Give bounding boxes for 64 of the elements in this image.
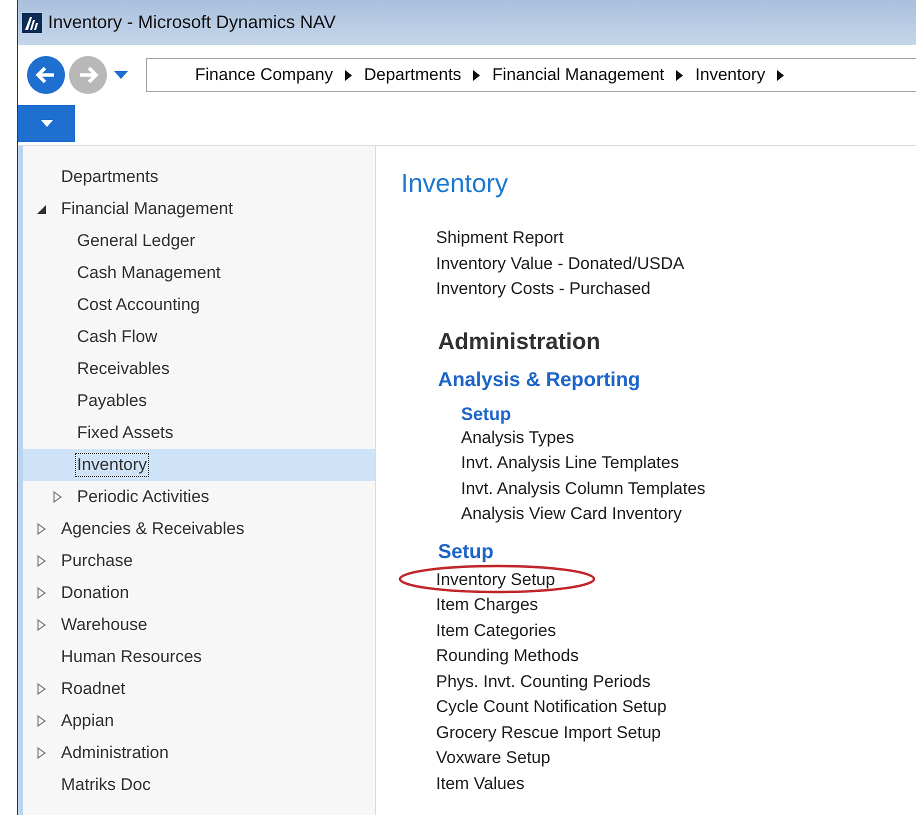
action-link[interactable]: Item Values [436,774,525,792]
group-heading: Analysis & Reporting [437,368,642,392]
action-link[interactable]: Rounding Methods [436,646,579,665]
page-title: Inventory [401,168,509,199]
group-heading: Setup [461,404,512,424]
expand-icon[interactable] [37,555,46,567]
tree-item[interactable]: Donation [23,577,375,609]
tree-item[interactable]: General Ledger [23,225,375,257]
tree-item[interactable]: Inventory [23,449,375,481]
tree-item[interactable]: Cash Management [23,257,375,289]
action-link[interactable]: Cycle Count Notification Setup [436,697,667,716]
ribbon-toggle-button[interactable] [18,105,75,142]
tree-item[interactable]: Cost Accounting [23,289,375,321]
app-logo-icon [22,12,42,32]
expand-icon[interactable] [37,747,46,759]
tree-item[interactable]: Administration [23,737,375,769]
tree-item[interactable]: Warehouse [23,609,375,641]
expand-icon[interactable] [37,715,46,727]
tree-item[interactable]: Agencies & Receivables [23,513,375,545]
tree-item[interactable]: Roadnet [23,673,375,705]
address-bar[interactable]: Finance Company Departments Financial Management Inventory [146,58,916,92]
tree-item[interactable]: Matriks Doc [23,769,375,801]
caret-icon [40,120,52,127]
collapse-icon[interactable] [37,204,46,214]
expand-icon[interactable] [53,491,62,503]
expand-icon[interactable] [37,683,46,695]
action-link[interactable]: Voxware Setup [436,748,550,767]
chevron-right-icon[interactable] [344,70,352,80]
action-link[interactable]: Invt. Analysis Column Templates [461,476,916,501]
breadcrumb-item[interactable]: Financial Management [492,65,664,85]
action-link[interactable]: Invt. Analysis Line Templates [461,450,916,476]
action-link[interactable]: Item Charges [436,595,538,614]
expand-icon[interactable] [37,523,46,535]
breadcrumb-item[interactable]: Finance Company [195,65,333,85]
tree-item[interactable]: Human Resources [23,641,375,673]
chevron-right-icon[interactable] [473,70,480,80]
action-link[interactable]: Grocery Rescue Import Setup [436,722,661,742]
tree-item[interactable]: Receivables [23,353,375,385]
section-heading: Administration [437,328,602,354]
group-heading: Setup [437,540,495,564]
action-link[interactable]: Phys. Invt. Counting Periods [436,672,651,690]
breadcrumb-item[interactable]: Departments [364,65,462,85]
action-link[interactable]: Analysis Types [461,424,916,450]
back-button[interactable] [26,55,66,95]
tree-item[interactable]: Periodic Activities [23,481,375,513]
tree-item[interactable]: Purchase [23,545,375,577]
tree-item[interactable]: Appian [23,705,375,737]
action-link[interactable]: Inventory Costs - Purchased [436,276,916,302]
breadcrumb-item[interactable]: Inventory [695,65,766,85]
action-link[interactable]: Item Categories [436,620,556,640]
window-title: Inventory - Microsoft Dynamics NAV [48,12,336,33]
tree-item[interactable]: Cash Flow [23,321,375,353]
action-link[interactable]: Shipment Report [436,225,916,250]
action-link[interactable]: Inventory Value - Donated/USDA [436,250,916,276]
expand-icon[interactable] [37,587,46,599]
tree-item[interactable]: Financial Management [23,193,375,225]
caret-icon[interactable] [114,71,128,79]
action-link[interactable]: Analysis View Card Inventory [461,501,916,526]
chevron-right-icon[interactable] [777,70,784,80]
expand-icon[interactable] [37,619,46,631]
tree-item[interactable]: Departments [23,161,375,193]
chevron-right-icon[interactable] [676,70,684,80]
tree-item[interactable]: Payables [23,385,375,417]
tree-item[interactable]: Fixed Assets [23,417,375,449]
